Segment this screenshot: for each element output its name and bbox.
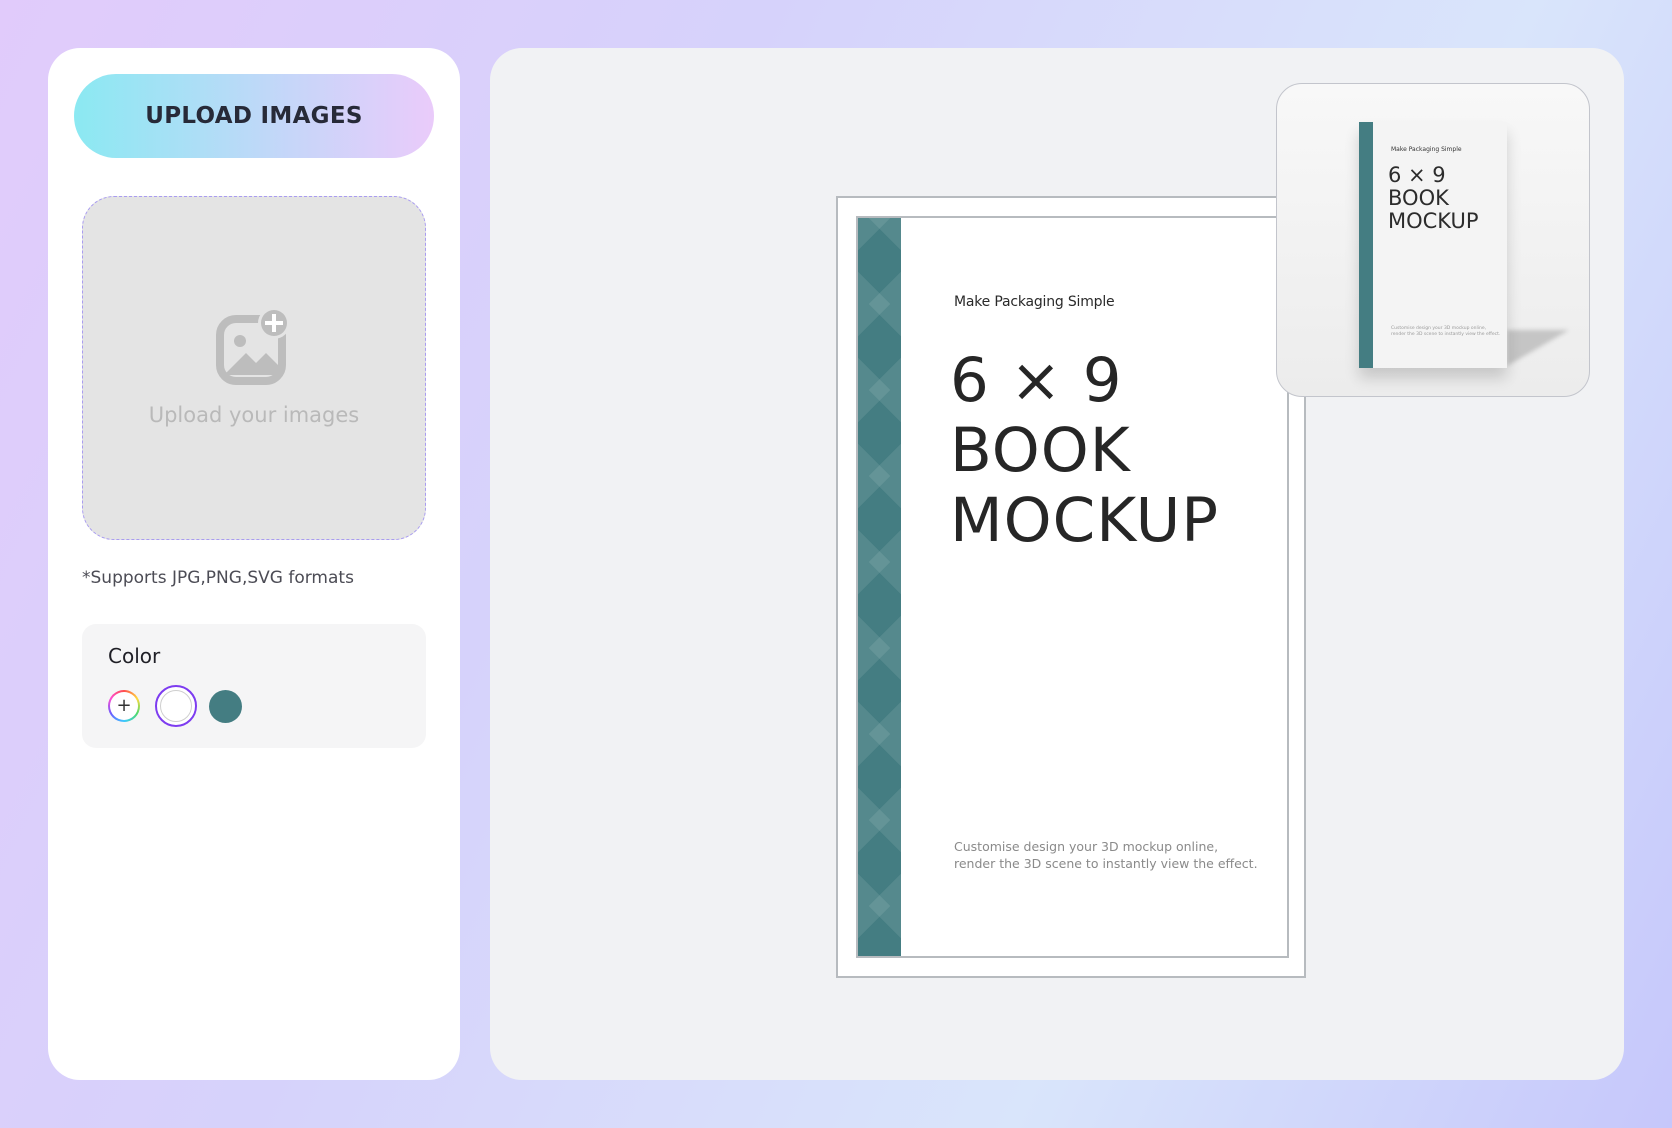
plus-icon: + [110, 692, 138, 720]
mockup-canvas: Make Packaging Simple 6 × 9 BOOK MOCKUP … [490, 48, 1624, 1080]
color-swatch-white[interactable] [155, 685, 197, 727]
preview-book-spine [1359, 122, 1373, 368]
book-title: 6 × 9 BOOK MOCKUP [950, 346, 1219, 556]
color-section: Color + [82, 624, 426, 748]
preview-title-line-3: MOCKUP [1388, 209, 1479, 233]
preview-book: Make Packaging Simple 6 × 9 BOOK MOCKUP … [1359, 122, 1507, 368]
image-add-icon [216, 307, 290, 385]
preview-title-line-2: BOOK [1388, 186, 1449, 210]
book-title-line-2: BOOK [950, 415, 1131, 486]
upload-dropzone[interactable]: Upload your images [82, 196, 426, 540]
book-tagline: Make Packaging Simple [954, 294, 1115, 310]
book-description-line-2: render the 3D scene to instantly view th… [954, 856, 1258, 871]
white-swatch-fill [160, 690, 192, 722]
preview-book-title: 6 × 9 BOOK MOCKUP [1388, 164, 1479, 233]
preview-title-line-1: 6 × 9 [1388, 163, 1446, 187]
preview-book-description: Customise design your 3D mockup online, … [1391, 326, 1501, 338]
dropzone-label: Upload your images [148, 403, 360, 427]
book-title-line-3: MOCKUP [950, 485, 1220, 556]
color-section-title: Color [108, 644, 161, 668]
add-custom-color-swatch[interactable]: + [108, 690, 140, 722]
book-title-line-1: 6 × 9 [950, 345, 1123, 416]
supported-formats-note: *Supports JPG,PNG,SVG formats [82, 568, 354, 588]
upload-images-button[interactable]: UPLOAD IMAGES [74, 74, 434, 158]
book-cover-inner: Make Packaging Simple 6 × 9 BOOK MOCKUP … [856, 216, 1289, 958]
color-swatch-teal[interactable] [209, 690, 242, 723]
preview-book-shadow [1507, 330, 1569, 366]
preview-description-line-2: render the 3D scene to instantly view th… [1391, 332, 1501, 337]
book-description-line-1: Customise design your 3D mockup online, [954, 839, 1219, 854]
3d-preview-thumbnail[interactable]: Make Packaging Simple 6 × 9 BOOK MOCKUP … [1276, 83, 1590, 397]
preview-book-tagline: Make Packaging Simple [1391, 146, 1462, 153]
book-description: Customise design your 3D mockup online, … [954, 838, 1284, 872]
left-sidebar: UPLOAD IMAGES Upload your images *Suppor… [48, 48, 460, 1080]
book-cover-mockup: Make Packaging Simple 6 × 9 BOOK MOCKUP … [836, 196, 1306, 978]
book-spine-pattern [858, 218, 901, 956]
